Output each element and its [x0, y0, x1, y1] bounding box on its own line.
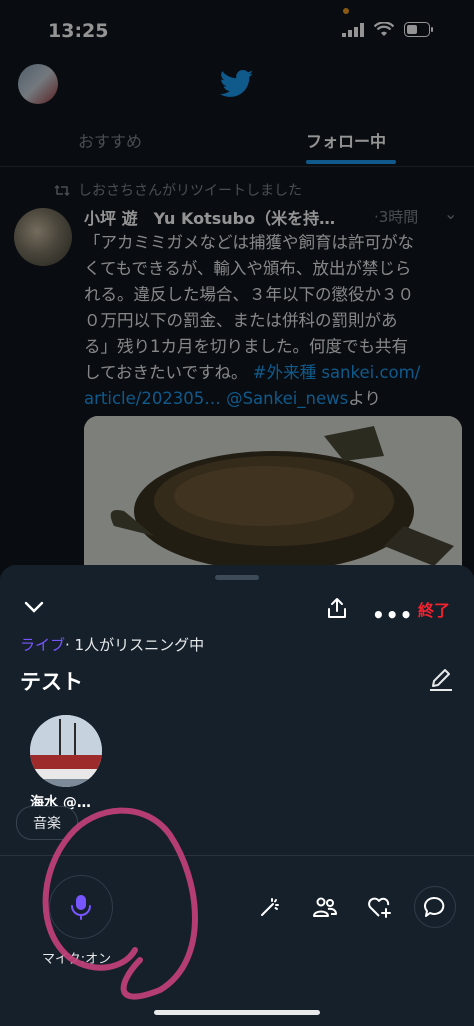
minimize-chevron-down-icon[interactable] [22, 596, 46, 622]
more-options-icon[interactable]: ••• [372, 603, 413, 627]
share-icon[interactable] [325, 596, 349, 624]
comment-bubble-icon[interactable] [414, 886, 456, 928]
live-status: ライブ· 1人がリスニング中 [20, 634, 204, 655]
mic-toggle-button[interactable] [49, 875, 113, 939]
effects-wand-icon[interactable] [256, 893, 284, 921]
listener-count: · 1人がリスニング中 [65, 636, 205, 654]
topic-chip[interactable]: 音楽 [16, 806, 78, 840]
end-space-button[interactable]: 終了 [418, 597, 450, 621]
live-label: ライブ [20, 636, 66, 654]
sheet-divider [0, 855, 474, 856]
reaction-heart-plus-icon[interactable] [366, 893, 394, 921]
home-indicator[interactable] [154, 1010, 320, 1015]
microphone-icon [71, 895, 91, 920]
sheet-grabber[interactable] [215, 575, 259, 580]
sheet-backdrop[interactable] [0, 0, 474, 575]
people-icon[interactable] [311, 893, 339, 921]
mic-status-label: マイク:オン [42, 952, 112, 967]
speaker-avatar[interactable] [30, 715, 102, 787]
edit-pencil-icon[interactable] [428, 668, 454, 696]
space-title: テスト [20, 670, 83, 694]
